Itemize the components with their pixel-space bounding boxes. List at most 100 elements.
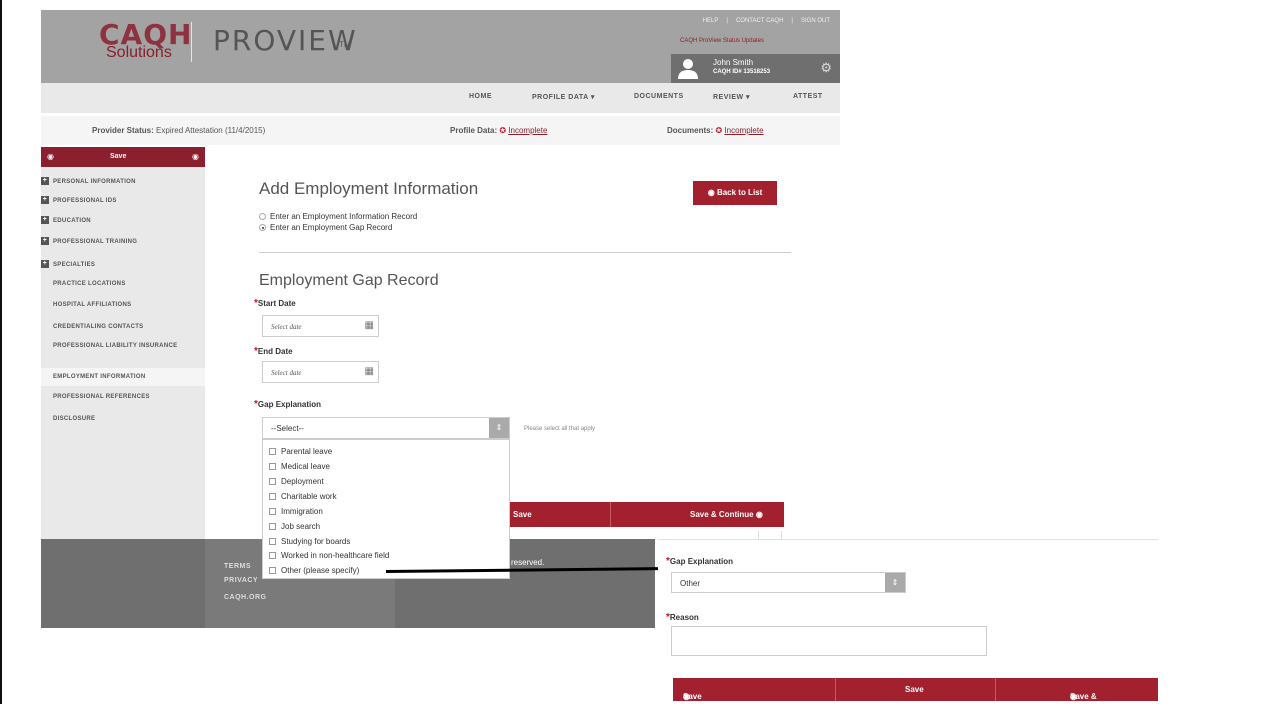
gear-icon[interactable]: ⚙	[820, 60, 832, 76]
nav-home[interactable]: HOME	[469, 93, 492, 100]
option-label: Worked in non-healthcare field	[281, 551, 390, 560]
option-label: Other (please specify)	[281, 566, 360, 575]
radio-employment-record[interactable]: Enter an Employment Information Record	[259, 212, 417, 221]
sidebar: ◉ Save ◉ + PERSONAL INFORMATION + PROFESSI…	[41, 147, 205, 542]
checkbox[interactable]	[269, 508, 276, 515]
radio-employment-gap-record[interactable]: Enter an Employment Gap Record	[259, 223, 392, 232]
sidebar-save-bar[interactable]: ◉ Save ◉	[41, 147, 205, 167]
profile-data-link[interactable]: Incomplete	[508, 126, 547, 135]
arrow-right-icon: ◉	[755, 510, 763, 519]
expand-icon[interactable]: +	[41, 216, 49, 224]
copyright-text: reserved.	[511, 558, 545, 567]
footer-terms-link[interactable]: TERMS	[224, 563, 251, 570]
start-date-input[interactable]: Select date ▦	[262, 315, 379, 337]
save-continue-button[interactable]: Save & Continue ◉	[690, 510, 763, 519]
reason-textarea[interactable]	[671, 626, 987, 656]
caqh-logo-solutions: Solutions	[106, 44, 172, 61]
back-to-list-button[interactable]: ◉ Back to List	[693, 181, 777, 205]
documents-status: Documents: ✪ Incomplete	[667, 126, 764, 135]
option-immigration[interactable]: Immigration	[269, 507, 323, 516]
option-charitable-work[interactable]: Charitable work	[269, 492, 337, 501]
nav-attest[interactable]: ATTEST	[793, 93, 823, 100]
back-to-list-label: Back to List	[716, 188, 763, 197]
option-studying-for-boards[interactable]: Studying for boards	[269, 537, 350, 546]
calendar-icon[interactable]: ▦	[365, 367, 374, 377]
provider-status: Provider Status: Expired Attestation (11…	[92, 126, 265, 135]
proview-logo[interactable]: PROVIEW	[213, 24, 358, 57]
select-arrows-icon[interactable]: ⇕	[489, 418, 509, 438]
provider-status-value: Expired Attestation (11/4/2015)	[156, 126, 266, 135]
documents-label: Documents:	[667, 126, 714, 135]
back-icon: ◉	[707, 188, 715, 197]
checkbox[interactable]	[269, 448, 276, 455]
checkbox[interactable]	[269, 478, 276, 485]
nav-profile-data[interactable]: PROFILE DATA ▾	[532, 93, 595, 101]
option-label: Deployment	[281, 477, 324, 486]
gap-explanation-select[interactable]: --Select-- ⇕	[262, 417, 510, 439]
sidebar-item-label: PROFESSIONAL LIABILITY INSURANCE	[53, 343, 178, 349]
checkbox[interactable]	[269, 523, 276, 530]
expand-icon[interactable]: +	[41, 237, 49, 245]
expand-icon[interactable]: +	[41, 177, 49, 185]
save-go-back-label: Save and Go Back	[683, 692, 702, 704]
footer-caqh-link[interactable]: CAQH.ORG	[224, 594, 267, 601]
inset-gap-label-text: Gap Explanation	[669, 557, 734, 566]
checkbox[interactable]	[269, 538, 276, 545]
select-value: --Select--	[271, 424, 304, 433]
inset-save-button[interactable]: Save	[905, 685, 924, 694]
trademark: TM	[339, 40, 351, 49]
option-other[interactable]: Other (please specify)	[269, 566, 359, 575]
checkbox[interactable]	[269, 567, 276, 574]
user-box[interactable]: John Smith CAQH ID# 13518253 ⚙	[671, 54, 840, 83]
select-arrows-icon[interactable]: ⇕	[885, 573, 905, 592]
frame-border	[0, 0, 2, 704]
profile-data-label: Profile Data:	[450, 126, 498, 135]
option-deployment[interactable]: Deployment	[269, 477, 324, 486]
checkbox[interactable]	[269, 463, 276, 470]
divider	[610, 502, 611, 527]
sidebar-item-label: PROFESSIONAL REFERENCES	[53, 394, 150, 400]
expand-icon[interactable]: +	[41, 196, 49, 204]
checkbox[interactable]	[269, 552, 276, 559]
footer-privacy-link[interactable]: PRIVACY	[224, 577, 258, 584]
select-value: Other	[680, 579, 701, 588]
page-title: Add Employment Information	[259, 179, 479, 198]
sidebar-item-label: DISCLOSURE	[53, 416, 96, 422]
end-date-label: *End Date	[254, 346, 293, 357]
nav-documents[interactable]: DOCUMENTS	[634, 93, 684, 100]
separator: |	[791, 18, 793, 24]
calendar-icon[interactable]: ▦	[365, 321, 374, 331]
sidebar-item-label: PROFESSIONAL IDS	[53, 198, 117, 204]
option-worked-non-healthcare[interactable]: Worked in non-healthcare field	[269, 551, 389, 560]
documents-link[interactable]: Incomplete	[724, 126, 763, 135]
next-icon[interactable]: ◉	[192, 152, 199, 161]
nav-review[interactable]: REVIEW ▾	[713, 93, 750, 101]
prev-icon[interactable]: ◉	[47, 152, 54, 161]
sidebar-item-employment-information[interactable]: EMPLOYMENT INFORMATION	[41, 368, 205, 386]
status-updates-link[interactable]: CAQH ProView Status Updates	[680, 38, 764, 44]
option-medical-leave[interactable]: Medical leave	[269, 462, 330, 471]
sidebar-item-label: HOSPITAL AFFILIATIONS	[53, 302, 132, 308]
option-label: Studying for boards	[281, 537, 351, 546]
inset-reason-label: *Reason	[666, 612, 699, 623]
option-parental-leave[interactable]: Parental leave	[269, 447, 332, 456]
user-id: CAQH ID# 13518253	[713, 69, 771, 75]
checkbox[interactable]	[269, 493, 276, 500]
radio-button-checked[interactable]	[259, 224, 266, 231]
inset-save-bar: ◉ Save and Go Back Save Save & Continue …	[673, 678, 1158, 704]
contact-link[interactable]: CONTACT CAQH	[736, 18, 783, 24]
expand-icon[interactable]: +	[41, 260, 49, 268]
app-header: CAQH Solutions PROVIEW TM HELP | CONTACT C…	[41, 10, 840, 83]
sidebar-save-button[interactable]: Save	[110, 153, 126, 160]
help-link[interactable]: HELP	[703, 18, 719, 24]
radio-label: Enter an Employment Information Record	[270, 212, 418, 221]
sign-out-link[interactable]: SIGN OUT	[801, 18, 830, 24]
start-date-label: *Start Date	[254, 298, 296, 309]
end-date-input[interactable]: Select date ▦	[262, 361, 379, 383]
user-name: John Smith	[713, 58, 754, 67]
option-job-search[interactable]: Job search	[269, 522, 320, 531]
inset-gap-select[interactable]: Other ⇕	[671, 572, 906, 593]
save-button[interactable]: Save	[513, 510, 532, 519]
radio-button[interactable]	[259, 213, 266, 220]
inset-top-line	[658, 539, 1158, 540]
